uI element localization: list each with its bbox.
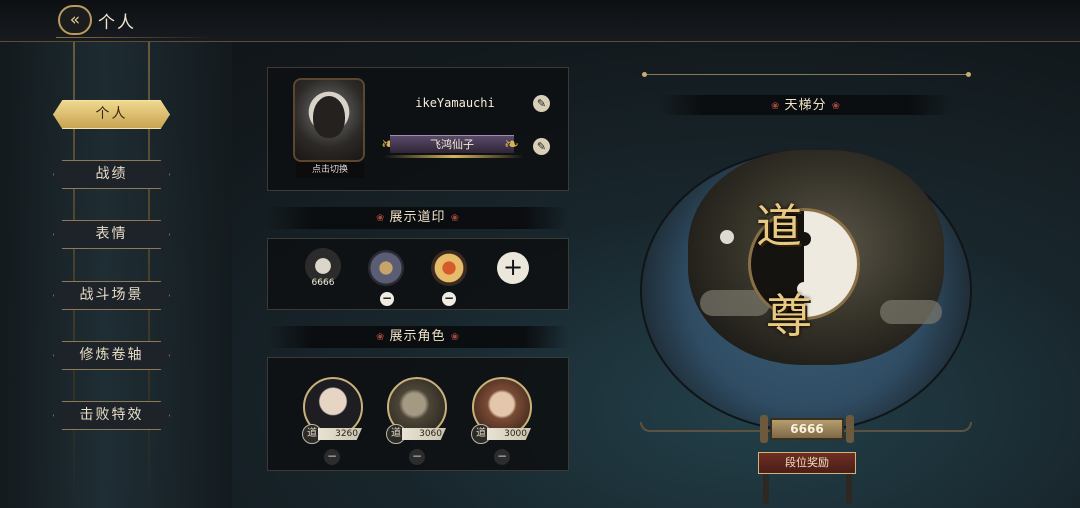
character-score: 3060 <box>402 428 446 440</box>
add-seal-button[interactable]: + <box>497 252 529 284</box>
sidebar-item-records[interactable]: 战绩 <box>53 160 170 189</box>
flower-ornament-icon: ❀ <box>375 213 390 224</box>
rank-reward-button[interactable]: 段位奖励 <box>758 452 856 474</box>
title-wing-right-icon: ❧ <box>504 134 520 155</box>
divider-dot <box>966 72 971 77</box>
divider-dot <box>642 72 647 77</box>
sidebar-item-emotes[interactable]: 表情 <box>53 220 170 249</box>
avatar-mask-icon <box>313 96 345 138</box>
top-bar <box>0 0 1080 42</box>
remove-character-button[interactable]: − <box>324 449 340 465</box>
sidebar-item-training-scroll[interactable]: 修炼卷轴 <box>53 341 170 370</box>
seals-section-header: ❀ 展示道印 ❀ <box>267 207 569 229</box>
flower-ornament-icon: ❀ <box>450 213 461 224</box>
sword-shield-seal-icon[interactable] <box>368 250 404 286</box>
remove-character-button[interactable]: − <box>409 449 425 465</box>
flower-ornament-icon: ❀ <box>770 101 785 112</box>
characters-section-title: 展示角色 <box>389 329 446 344</box>
sidebar-item-battle-scene[interactable]: 战斗场景 <box>53 281 170 310</box>
flower-ornament-icon: ❀ <box>375 332 390 343</box>
cloud-ornament-icon <box>880 300 942 324</box>
player-title: 飞鸿仙子 <box>390 135 514 153</box>
brush-edit-icon: ✎ <box>536 97 547 110</box>
edit-name-button[interactable]: ✎ <box>533 95 550 112</box>
ladder-section-header: ❀ 天梯分 ❀ <box>660 95 952 115</box>
username: ikeYamauchi <box>415 96 495 110</box>
back-button[interactable]: « <box>58 5 92 35</box>
edit-title-button[interactable]: ✎ <box>533 138 550 155</box>
sidebar-item-defeat-effect[interactable]: 击败特效 <box>53 401 170 430</box>
dragon-pearl-icon <box>720 230 734 244</box>
ladder-section-title: 天梯分 <box>784 98 827 113</box>
ladder-score: 6666 <box>770 418 844 440</box>
character-score: 3260 <box>318 428 362 440</box>
avatar-switch-caption[interactable]: 点击切换 <box>296 162 364 178</box>
flower-ornament-icon: ❀ <box>450 332 461 343</box>
remove-seal-button[interactable]: − <box>442 292 456 306</box>
character-score: 3000 <box>487 428 531 440</box>
scroll-end-left-icon <box>760 415 768 443</box>
remove-character-button[interactable]: − <box>494 449 510 465</box>
banner-tail-icon <box>846 474 852 504</box>
banner-tail-icon <box>763 474 769 504</box>
flower-ornament-icon: ❀ <box>831 101 842 112</box>
rank-glyph-bottom: 尊 <box>766 289 812 343</box>
characters-section-header: ❀ 展示角色 ❀ <box>267 326 569 348</box>
title-plate-trim <box>384 155 524 158</box>
page-title: 个人 <box>98 13 136 33</box>
scroll-end-right-icon <box>846 415 854 443</box>
remove-seal-button[interactable]: − <box>380 292 394 306</box>
brush-edit-icon: ✎ <box>536 140 547 153</box>
double-arrow-back-icon: « <box>69 10 81 30</box>
title-underline <box>56 37 216 38</box>
sidebar-item-profile[interactable]: 个人 <box>53 100 170 129</box>
rank-glyph-top: 道 <box>756 199 802 253</box>
seal-caption: 6666 <box>311 278 335 288</box>
lantern-seal-icon[interactable] <box>431 250 467 286</box>
ladder-divider <box>645 74 970 75</box>
seals-section-title: 展示道印 <box>389 210 446 225</box>
